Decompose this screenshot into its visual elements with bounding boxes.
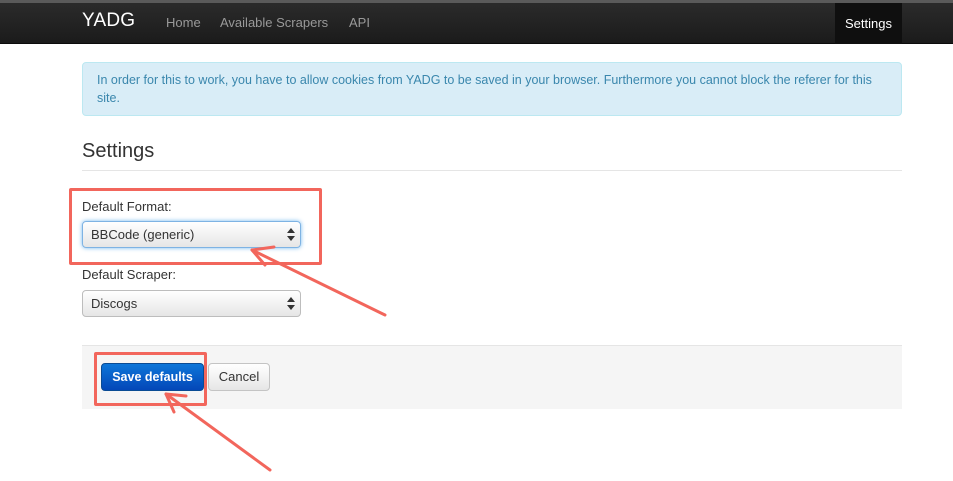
title-divider xyxy=(82,170,902,171)
nav-available-scrapers[interactable]: Available Scrapers xyxy=(220,15,328,30)
default-scraper-label: Default Scraper: xyxy=(82,267,176,282)
default-format-select[interactable]: BBCode (generic) xyxy=(82,221,301,248)
select-arrows-icon xyxy=(287,297,295,310)
save-defaults-button[interactable]: Save defaults xyxy=(101,363,204,391)
brand-logo[interactable]: YADG xyxy=(82,10,135,32)
nav-settings[interactable]: Settings xyxy=(835,3,902,44)
default-scraper-value: Discogs xyxy=(91,296,138,311)
default-format-value: BBCode (generic) xyxy=(91,227,195,242)
select-arrows-icon xyxy=(287,228,295,241)
cookie-info-alert: In order for this to work, you have to a… xyxy=(82,62,902,116)
nav-home[interactable]: Home xyxy=(166,15,201,30)
form-actions xyxy=(82,345,902,409)
cancel-button[interactable]: Cancel xyxy=(208,363,270,391)
default-format-label: Default Format: xyxy=(82,199,172,214)
default-scraper-select[interactable]: Discogs xyxy=(82,290,301,317)
page-title: Settings xyxy=(82,140,155,162)
nav-api[interactable]: API xyxy=(349,15,370,30)
top-navbar: YADG Home Available Scrapers API Setting… xyxy=(0,0,953,44)
